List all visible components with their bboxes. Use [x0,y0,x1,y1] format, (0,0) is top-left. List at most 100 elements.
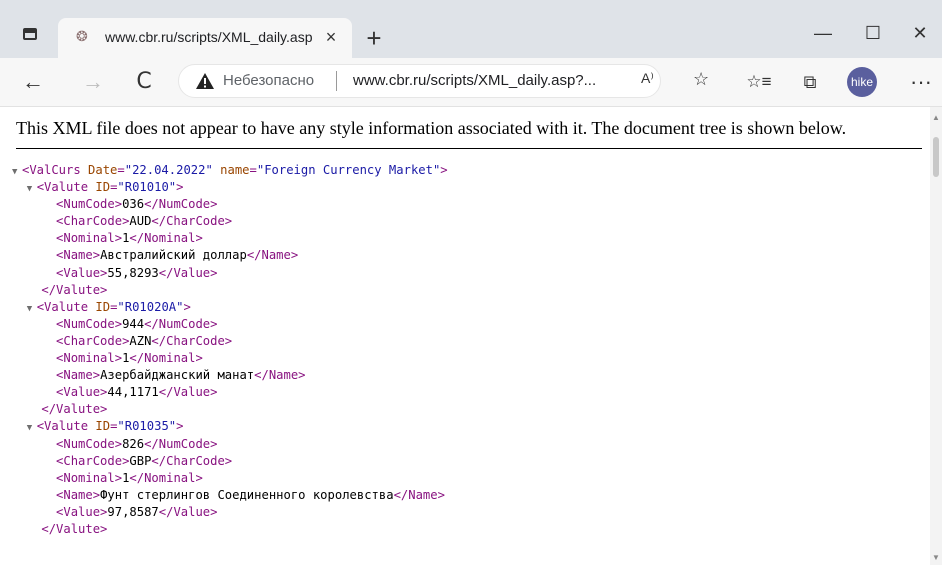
xml-close-bracket: > [176,419,184,434]
browser-toolbar: ← → C Небезопасно www.cbr.ru/scripts/XML… [0,58,942,107]
xml-root-line: ▼ <ValCurs Date="22.04.2022" name="Foreig… [12,162,448,179]
xml-attr-value: "R01035" [117,419,177,434]
xml-field-line: <Nominal>1</Nominal> [12,470,448,487]
vertical-scrollbar[interactable]: ▲ ▼ [930,107,942,565]
xml-open-tag: <Nominal> [56,470,123,485]
xml-close-tag: </Value> [158,265,218,280]
xml-text-value: 944 [122,316,145,331]
xml-open-tag: <CharCode> [56,333,130,348]
tab-strip: ❂ www.cbr.ru/scripts/XML_daily.asp × + —… [0,0,942,58]
xml-close-tag: </Nominal> [129,231,203,246]
xml-text-value: AZN [129,333,152,348]
add-favorite-icon[interactable]: ☆ [693,69,709,90]
read-aloud-icon[interactable]: A⁾ [641,70,654,87]
xml-open-tag: <Valute [36,419,96,434]
xml-equals: = [117,163,125,177]
xml-text-value: 44,1171 [107,385,159,400]
xml-field-line: <Nominal>1</Nominal> [12,230,448,247]
forward-button[interactable]: → [76,65,110,99]
back-button[interactable]: ← [16,65,50,99]
page-content: This XML file does not appear to have an… [0,107,930,565]
xml-attr-value: "R01020A" [117,299,184,314]
xml-close-tag: </CharCode> [151,214,233,229]
scroll-down-icon[interactable]: ▼ [932,553,940,562]
xml-valute-close-line: </Valute> [12,521,448,538]
xml-close-tag: </NumCode> [144,436,218,451]
xml-open-tag: <Name> [56,487,101,502]
minimize-button[interactable]: — [803,18,843,48]
xml-close-tag: </Valute> [41,282,108,297]
xml-text-value: 036 [122,197,145,212]
profile-avatar[interactable]: hike [847,67,877,97]
xml-open-tag: <NumCode> [56,197,123,212]
new-tab-button[interactable]: + [361,25,387,51]
xml-close-bracket: > [440,163,448,177]
xml-valute-line: ▼ <Valute ID="R01020A"> [12,299,448,316]
tab-close-button[interactable]: × [320,26,342,48]
xml-close-tag: </CharCode> [151,333,233,348]
url-text[interactable]: www.cbr.ru/scripts/XML_daily.asp?... [353,72,596,89]
xml-text-value: 826 [122,436,145,451]
tab-actions-icon[interactable] [23,28,37,40]
xml-text-value: GBP [129,453,152,468]
window-close-button[interactable]: ✕ [900,18,940,48]
xml-open-tag: <Value> [56,504,108,519]
xml-attr-value: "22.04.2022" [124,163,213,177]
xml-attr-name: name [220,163,250,177]
xml-close-bracket: > [183,299,191,314]
xml-close-tag: </NumCode> [144,197,218,212]
xml-valute-line: ▼ <Valute ID="R01010"> [12,179,448,196]
refresh-button[interactable]: C [127,65,161,99]
xml-close-tag: </Nominal> [129,351,203,366]
xml-close-bracket: > [176,180,184,195]
xml-open-tag: <Value> [56,265,108,280]
scrollbar-thumb[interactable] [933,137,939,177]
xml-attr-name: Date [88,163,118,177]
xml-text-value: AUD [129,214,152,229]
maximize-button[interactable]: ☐ [853,18,893,48]
xml-field-line: <Name>Австралийский доллар</Name> [12,247,448,264]
xml-field-line: <CharCode>GBP</CharCode> [12,453,448,470]
xml-close-tag: </Nominal> [129,470,203,485]
xml-valute-line: ▼ <Valute ID="R01035"> [12,418,448,435]
collapse-triangle-icon[interactable]: ▼ [27,420,37,437]
xml-close-tag: </Value> [158,385,218,400]
xml-close-tag: </NumCode> [144,316,218,331]
not-secure-label[interactable]: Небезопасно [223,72,314,89]
more-menu-button[interactable]: ··· [906,65,936,99]
xml-info-message: This XML file does not appear to have an… [16,118,922,149]
xml-field-line: <Name>Азербайджанский манат</Name> [12,367,448,384]
xml-attr-value: "Foreign Currency Market" [256,163,441,177]
xml-open-tag: <NumCode> [56,436,123,451]
xml-attr-name: ID [95,419,111,434]
address-divider [336,71,337,91]
address-bar[interactable]: Небезопасно www.cbr.ru/scripts/XML_daily… [178,64,709,98]
xml-close-tag: </Name> [393,487,445,502]
xml-open-tag: <Nominal> [56,351,123,366]
xml-field-line: <Name>Фунт стерлингов Соединенного корол… [12,487,448,504]
xml-field-line: <Value>44,1171</Value> [12,384,448,401]
collections-icon[interactable]: ⧉ [793,65,827,99]
xml-tree: ▼ <ValCurs Date="22.04.2022" name="Foreig… [12,162,448,538]
browser-tab[interactable]: ❂ www.cbr.ru/scripts/XML_daily.asp × [58,18,352,58]
xml-field-line: <NumCode>036</NumCode> [12,196,448,213]
xml-field-line: <Nominal>1</Nominal> [12,350,448,367]
warning-icon[interactable] [195,71,215,91]
xml-close-tag: </Name> [246,248,299,263]
tab-title: www.cbr.ru/scripts/XML_daily.asp [105,29,313,45]
xml-text-value: 97,8587 [107,504,159,519]
xml-attr-name: ID [95,299,111,314]
xml-open-tag: <CharCode> [56,453,130,468]
xml-open-tag: <Nominal> [56,231,123,246]
xml-valute-close-line: </Valute> [12,401,448,418]
xml-equals: = [249,163,257,177]
xml-close-tag: </Valute> [41,402,108,417]
xml-field-line: <NumCode>826</NumCode> [12,436,448,453]
scroll-up-icon[interactable]: ▲ [932,113,940,122]
xml-field-line: <NumCode>944</NumCode> [12,316,448,333]
xml-valute-close-line: </Valute> [12,282,448,299]
xml-text-value: Фунт стерлингов Соединенного королевства [100,487,394,502]
xml-open-tag: <Name> [56,248,101,263]
favorites-icon[interactable]: ☆≡ [742,65,776,99]
xml-open-tag: <CharCode> [56,214,130,229]
